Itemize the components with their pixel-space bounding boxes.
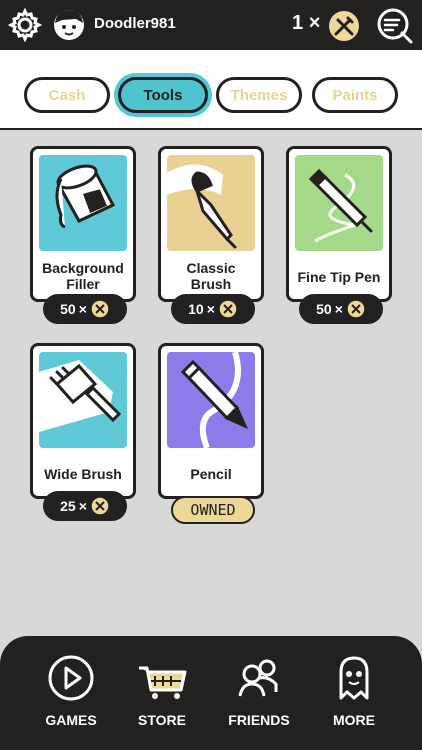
item-card-pencil[interactable]: Pencil OWNED: [158, 343, 264, 524]
item-name: Classic Brush: [186, 260, 236, 292]
pencil-thumbnail: [167, 352, 255, 448]
item-card-background-filler[interactable]: Background Filler 50 ×: [30, 146, 136, 324]
nav-games[interactable]: GAMES: [21, 650, 121, 740]
nav-more[interactable]: MORE: [304, 650, 404, 740]
coin-icon: [90, 299, 110, 319]
search-chat-icon[interactable]: [374, 6, 414, 46]
coin-icon: [346, 299, 366, 319]
item-card-fine-tip-pen[interactable]: Fine Tip Pen 50 ×: [286, 146, 392, 324]
item-name: Pencil: [190, 466, 232, 482]
username: Doodler981: [94, 15, 176, 32]
item-name: Background Filler: [42, 260, 124, 292]
top-bar: Doodler981 1 ×: [0, 0, 422, 50]
owned-badge: OWNED: [171, 496, 255, 524]
tab-cash[interactable]: Cash: [24, 77, 110, 113]
item-name: Fine Tip Pen: [297, 269, 381, 285]
tab-themes[interactable]: Themes: [216, 77, 302, 113]
price-badge[interactable]: 10 ×: [171, 294, 255, 324]
coin-icon: [90, 496, 110, 516]
cart-icon: [139, 666, 187, 699]
friends-icon: [238, 659, 278, 697]
fine-tip-pen-thumbnail: [295, 155, 383, 251]
coin-count: 1 ×: [292, 12, 321, 34]
tab-paints[interactable]: Paints: [312, 77, 398, 113]
gear-icon[interactable]: [8, 8, 42, 42]
price-badge[interactable]: 50 ×: [299, 294, 383, 324]
nav-store[interactable]: STORE: [112, 650, 212, 740]
item-card-classic-brush[interactable]: Classic Brush 10 ×: [158, 146, 264, 324]
ghost-icon: [339, 656, 369, 700]
play-icon: [48, 655, 94, 701]
item-card-wide-brush[interactable]: Wide Brush 25 ×: [30, 343, 136, 521]
bottom-nav: GAMES STORE FRIENDS MORE: [0, 636, 422, 750]
category-tabs: Cash Tools Themes Paints: [0, 50, 422, 130]
item-name: Wide Brush: [44, 466, 122, 482]
avatar[interactable]: [52, 8, 86, 42]
coin-icon: [327, 9, 361, 43]
classic-brush-thumbnail: [167, 155, 255, 251]
background-filler-thumbnail: [39, 155, 127, 251]
nav-friends[interactable]: FRIENDS: [209, 650, 309, 740]
tab-tools[interactable]: Tools: [118, 77, 208, 113]
price-badge[interactable]: 50 ×: [43, 294, 127, 324]
coin-icon: [218, 299, 238, 319]
price-badge[interactable]: 25 ×: [43, 491, 127, 521]
wide-brush-thumbnail: [39, 352, 127, 448]
